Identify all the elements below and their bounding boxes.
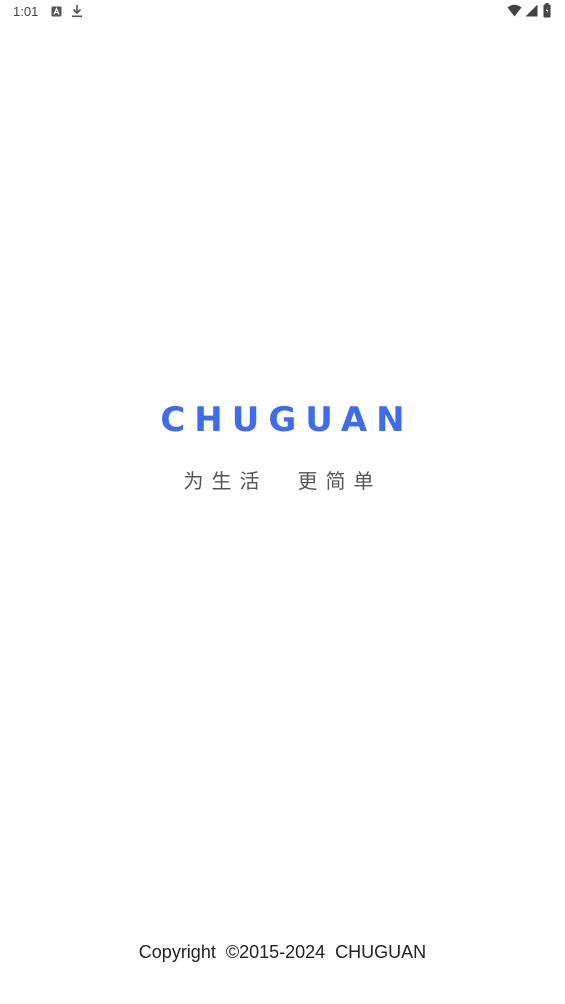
status-time: 1:01 (13, 4, 39, 19)
slogan-part-2: 更简单 (297, 469, 382, 493)
signal-icon (525, 4, 538, 17)
status-bar: 1:01 (0, 0, 565, 24)
download-icon (72, 5, 82, 18)
copyright-text: Copyright ©2015-2024 CHUGUAN (138, 942, 427, 962)
app-logo: CHUGUAN (160, 400, 414, 440)
notification-a-icon (51, 6, 62, 17)
slogan-part-1: 为生活 (183, 469, 268, 493)
slogan: 为生活 更简单 (0, 467, 565, 495)
wifi-icon (507, 4, 522, 17)
battery-icon (543, 3, 551, 18)
